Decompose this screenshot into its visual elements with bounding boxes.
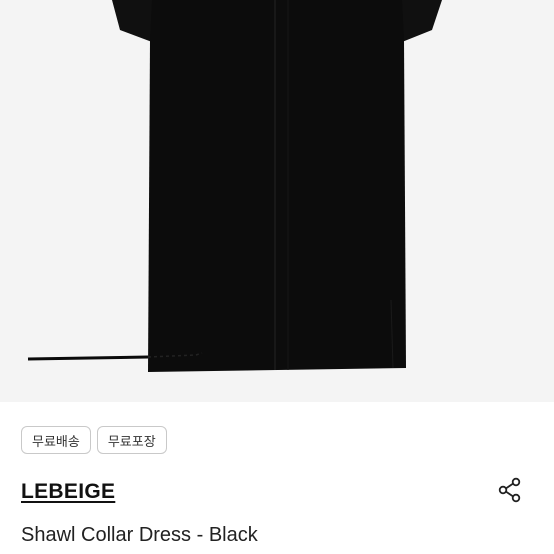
product-detail-page: 무료배송 무료포장 LEBEIGE Shawl Collar Dress - B… xyxy=(0,0,554,554)
dress-body xyxy=(148,0,406,372)
free-shipping-badge: 무료배송 xyxy=(21,426,91,454)
badge-list: 무료배송 무료포장 xyxy=(21,426,167,454)
product-image[interactable] xyxy=(0,0,554,402)
share-icon xyxy=(498,477,521,503)
free-wrapping-badge: 무료포장 xyxy=(96,426,167,454)
share-button[interactable] xyxy=(494,474,526,506)
dress-image xyxy=(27,0,442,372)
right-sleeve xyxy=(398,0,442,42)
product-title: Shawl Collar Dress - Black xyxy=(21,524,258,546)
product-info: 무료배송 무료포장 LEBEIGE Shawl Collar Dress - B… xyxy=(0,402,554,554)
brand-link[interactable]: LEBEIGE xyxy=(21,480,115,504)
belt-tie xyxy=(27,355,149,361)
